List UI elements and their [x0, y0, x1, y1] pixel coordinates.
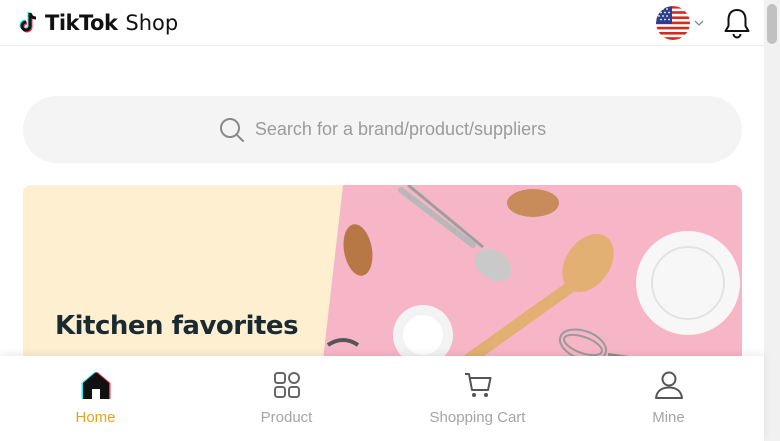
home-icon: [81, 372, 110, 399]
tiktok-shop-logo[interactable]: TikTok Shop: [19, 11, 178, 35]
top-bar: TikTok Shop: [0, 0, 764, 46]
banner-title: Kitchen favorites: [55, 311, 299, 341]
language-selector[interactable]: [656, 5, 704, 40]
search-bar[interactable]: Search for a brand/product/suppliers: [23, 96, 742, 163]
bell-icon[interactable]: [722, 7, 752, 39]
bottom-nav: Home Product Shopping Cart Mine: [0, 356, 764, 441]
logo-suffix: Shop: [125, 10, 179, 35]
nav-label-home: Home: [75, 409, 116, 426]
cart-icon: [464, 373, 491, 397]
nav-label-shopping-cart: Shopping Cart: [429, 409, 526, 426]
scrollbar-thumb[interactable]: [767, 4, 777, 44]
nav-label-mine: Mine: [652, 409, 685, 426]
search-placeholder: Search for a brand/product/suppliers: [254, 119, 547, 139]
nav-label-product: Product: [260, 409, 313, 426]
us-flag-icon: [656, 5, 690, 40]
chevron-down-icon: [694, 20, 704, 26]
nav-item-shopping-cart[interactable]: Shopping Cart: [382, 356, 573, 441]
header-actions: [656, 5, 752, 40]
nav-item-home[interactable]: Home: [0, 356, 191, 441]
user-icon: [654, 371, 683, 399]
tiktok-note-icon: [19, 11, 37, 32]
promo-banner[interactable]: Kitchen favorites: [23, 185, 742, 360]
logo-wordmark: TikTok: [45, 10, 118, 35]
grid-icon: [273, 372, 300, 398]
search-icon: [219, 117, 244, 142]
nav-item-product[interactable]: Product: [191, 356, 382, 441]
nav-item-mine[interactable]: Mine: [573, 356, 764, 441]
page-scrollbar[interactable]: [764, 0, 780, 441]
